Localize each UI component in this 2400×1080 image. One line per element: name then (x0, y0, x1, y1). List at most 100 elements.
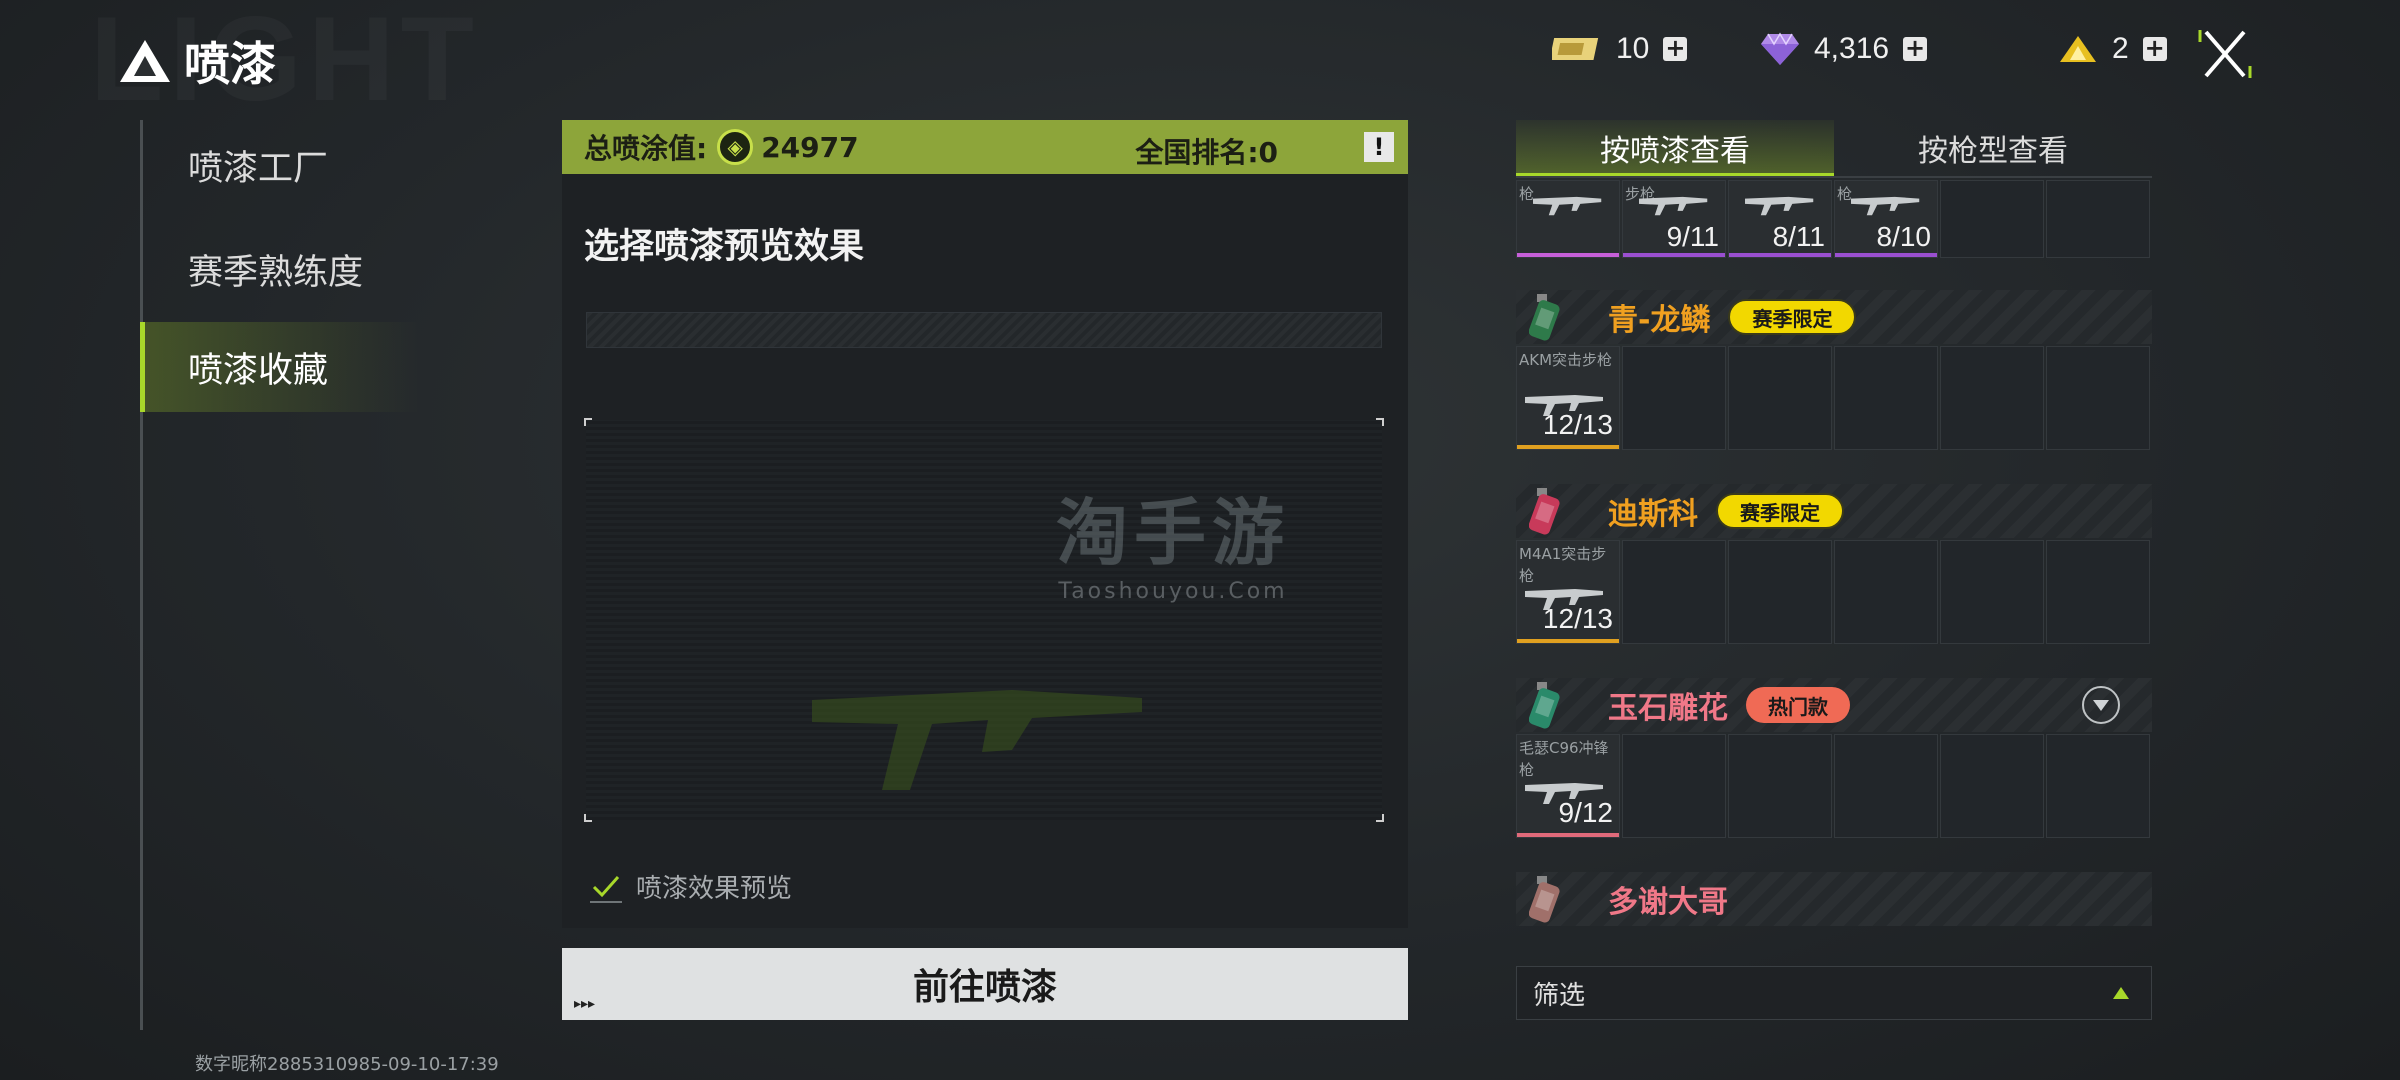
spray-name: 青-龙鳞 (1608, 303, 1711, 338)
empty-weapon-cell[interactable] (1728, 346, 1832, 450)
spray-header[interactable]: 玉石雕花 热门款 (1516, 678, 2152, 732)
empty-weapon-cell[interactable] (1940, 346, 2044, 450)
rarity-underline (1835, 253, 1937, 257)
empty-weapon-cell[interactable] (1622, 734, 1726, 838)
add-gold-button[interactable]: + (2142, 36, 2167, 61)
score-value: 24977 (761, 130, 859, 164)
rarity-underline (1517, 833, 1619, 837)
weapon-row-top: 枪步枪 9/11 8/11 枪 8/10 (1516, 180, 2150, 258)
spray-header[interactable]: 迪斯科 赛季限定 (1516, 484, 2152, 538)
preview-gun-silhouette (812, 690, 1142, 790)
empty-weapon-cell[interactable] (1834, 734, 1938, 838)
weapon-cell[interactable]: 毛瑟C96冲锋枪 9/12 (1516, 734, 1620, 838)
weapon-cell[interactable]: M4A1突击步枪 12/13 (1516, 540, 1620, 644)
rarity-underline (1517, 253, 1619, 257)
empty-weapon-cell[interactable] (1940, 540, 2044, 644)
go-spray-label: 前往喷漆 (912, 967, 1057, 1008)
spray-can-icon (1516, 484, 1576, 538)
spray-can-icon (1516, 872, 1576, 926)
weapon-progress: 9/12 (1558, 797, 1614, 828)
filter-label: 筛选 (1533, 980, 1586, 1011)
weapon-progress: 12/13 (1542, 603, 1613, 634)
chevron-down-icon (2093, 700, 2109, 711)
nav-item-label: 喷漆收藏 (188, 350, 329, 391)
weapon-row: AKM突击步枪 12/13 (1516, 346, 2150, 450)
nav-item-season-mastery[interactable]: 赛季熟练度 (140, 224, 420, 314)
page-title: 喷漆 (184, 37, 276, 91)
nav-item-spray-collection[interactable]: 喷漆收藏 (140, 322, 420, 412)
empty-weapon-cell[interactable] (1728, 540, 1832, 644)
national-rank: 全国排名:0 (1135, 136, 1278, 169)
empty-weapon-cell[interactable] (1622, 540, 1726, 644)
empty-weapon-cell[interactable] (1834, 346, 1938, 450)
spray-badge: 赛季限定 (1728, 299, 1857, 335)
checkmark-icon (592, 875, 620, 897)
nav-item-label: 赛季熟练度 (188, 252, 364, 293)
empty-weapon-cell[interactable] (2046, 346, 2150, 450)
close-button[interactable] (2190, 22, 2260, 86)
weapon-cell[interactable] (2046, 180, 2150, 258)
expand-button[interactable] (2082, 686, 2120, 724)
weapon-progress: 12/13 (1542, 409, 1613, 440)
rarity-underline (1729, 253, 1831, 257)
close-icon (2198, 30, 2252, 78)
ticket-currency: 10 + (1552, 32, 1688, 66)
diamond-icon (1761, 32, 1799, 65)
gun-icon (1533, 196, 1602, 216)
nav-item-label: 喷漆工厂 (188, 148, 329, 189)
preview-checkbox[interactable] (590, 871, 622, 903)
weapon-cell-count: 9/11 (1666, 221, 1719, 252)
tab-by-spray[interactable]: 按喷漆查看 (1516, 120, 1834, 176)
spray-header[interactable]: 多谢大哥 (1516, 872, 2152, 926)
spray-badge: 热门款 (1746, 687, 1850, 723)
weapon-cell[interactable]: 步枪 9/11 (1622, 180, 1726, 258)
player-id-text: 数字昵称2885310985-09-10-17:39 (195, 1054, 499, 1075)
spray-coin-icon: ◈ (717, 129, 754, 165)
corner-mark (584, 814, 592, 822)
weapon-cell-count: 8/11 (1772, 221, 1825, 252)
filter-dropdown[interactable]: 筛选 (1516, 966, 2152, 1020)
watermark: 淘手游 Taoshouyou.Com (1056, 474, 1290, 604)
weapon-cell[interactable]: 8/11 (1728, 180, 1832, 258)
empty-weapon-cell[interactable] (2046, 540, 2150, 644)
empty-weapon-cell[interactable] (1834, 540, 1938, 644)
corner-mark (1376, 814, 1384, 822)
empty-weapon-cell[interactable] (1940, 734, 2044, 838)
preview-checkbox-row[interactable]: 喷漆效果预览 (590, 868, 792, 905)
spray-badge: 赛季限定 (1716, 493, 1844, 529)
diamond-currency: 4,316 + (1760, 32, 1928, 66)
rarity-underline (1517, 445, 1619, 449)
spray-can-icon (1516, 678, 1576, 732)
weapon-cell[interactable]: 枪 8/10 (1834, 180, 1938, 258)
diamond-count: 4,316 (1814, 32, 1890, 65)
add-diamond-button[interactable]: + (1903, 36, 1928, 61)
weapon-row: 毛瑟C96冲锋枪 9/12 (1516, 734, 2150, 838)
arrows-icon: ▸▸▸ (574, 996, 596, 1012)
spray-can-icon (1516, 290, 1576, 344)
ticket-icon (1552, 38, 1599, 60)
go-spray-button[interactable]: 前往喷漆 ▸▸▸ (562, 948, 1408, 1020)
empty-weapon-cell[interactable] (2046, 734, 2150, 838)
ticket-count: 10 (1616, 32, 1650, 65)
rarity-underline (1517, 639, 1619, 643)
weapon-row: M4A1突击步枪 12/13 (1516, 540, 2150, 644)
spray-name: 多谢大哥 (1608, 885, 1728, 920)
gold-currency: 2 + (2058, 32, 2167, 66)
score-label: 总喷涂值: (584, 132, 708, 165)
empty-weapon-cell[interactable] (1622, 346, 1726, 450)
triangle-up-icon (2113, 987, 2129, 999)
light-logo-icon (120, 40, 170, 82)
add-ticket-button[interactable]: + (1663, 36, 1688, 61)
tab-by-gun-type[interactable]: 按枪型查看 (1834, 120, 2152, 176)
weapon-cell[interactable] (1940, 180, 2044, 258)
weapon-cell[interactable]: 枪 (1516, 180, 1620, 258)
nav-item-spray-factory[interactable]: 喷漆工厂 (140, 120, 420, 210)
spray-header[interactable]: 青-龙鳞 赛季限定 (1516, 290, 2152, 344)
spray-name-placeholder (586, 312, 1382, 348)
empty-weapon-cell[interactable] (1728, 734, 1832, 838)
gun-icon (1639, 196, 1708, 216)
weapon-cell[interactable]: AKM突击步枪 12/13 (1516, 346, 1620, 450)
watermark-url: Taoshouyou.Com (1058, 579, 1288, 604)
info-button[interactable]: ! (1364, 132, 1394, 162)
watermark-text: 淘手游 (1056, 491, 1291, 575)
